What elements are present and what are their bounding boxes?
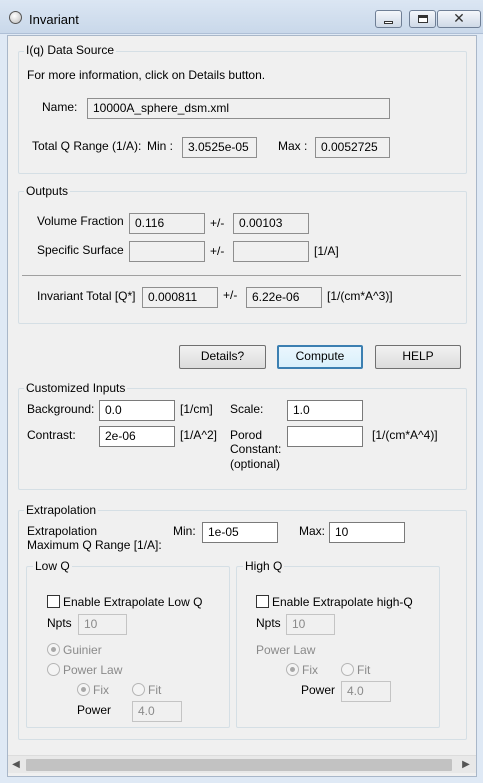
porod-label-line2: Constant:	[230, 442, 282, 456]
help-button[interactable]: HELP	[375, 345, 461, 369]
minimize-button[interactable]	[375, 10, 402, 28]
scroll-right-icon[interactable]: ▶	[460, 759, 472, 771]
high-powerlaw-label: Power Law	[256, 643, 316, 657]
info-text: For more information, click on Details b…	[27, 68, 266, 82]
enable-low-q-label: Enable Extrapolate Low Q	[63, 595, 203, 609]
background-unit: [1/cm]	[180, 402, 213, 416]
minimize-icon	[384, 20, 393, 24]
background-label: Background:	[27, 402, 95, 416]
volume-fraction-pm: +/-	[210, 216, 225, 230]
outputs-divider	[22, 275, 461, 276]
high-fit-label: Fit	[357, 663, 371, 677]
specific-surface-error-field[interactable]	[233, 241, 309, 262]
enable-low-q-checkbox[interactable]	[47, 595, 60, 608]
invariant-total-field[interactable]: 0.000811	[142, 287, 218, 308]
scale-label: Scale:	[230, 402, 264, 416]
extrap-max-input[interactable]: 10	[329, 522, 405, 543]
data-source-title: I(q) Data Source	[24, 43, 117, 57]
qrange-min-field[interactable]: 3.0525e-05	[182, 137, 257, 158]
contrast-input[interactable]: 2e-06	[99, 426, 175, 447]
volume-fraction-field[interactable]: 0.116	[129, 213, 205, 234]
high-fit-radio[interactable]	[341, 663, 354, 676]
maximize-button[interactable]	[409, 10, 436, 28]
invariant-total-unit: [1/(cm*A^3)]	[327, 289, 393, 303]
low-powerlaw-radio[interactable]	[47, 663, 60, 676]
scroll-left-icon[interactable]: ◀	[10, 759, 22, 771]
porod-label-line1: Porod	[230, 428, 263, 442]
volume-fraction-label: Volume Fraction	[37, 214, 124, 228]
low-powerlaw-label: Power Law	[63, 663, 123, 677]
low-fix-label: Fix	[93, 683, 109, 697]
scale-input[interactable]: 1.0	[287, 400, 363, 421]
low-power-label: Power	[77, 703, 112, 717]
contrast-label: Contrast:	[27, 428, 76, 442]
low-fix-radio[interactable]	[77, 683, 90, 696]
qrange-max-label: Max :	[278, 139, 308, 153]
specific-surface-pm: +/-	[210, 244, 225, 258]
low-q-title: Low Q	[33, 559, 72, 573]
low-npts-input[interactable]: 10	[78, 614, 127, 635]
name-field[interactable]: 10000A_sphere_dsm.xml	[87, 98, 390, 119]
porod-constant-input[interactable]	[287, 426, 363, 447]
high-fix-label: Fix	[302, 663, 318, 677]
high-fix-radio[interactable]	[286, 663, 299, 676]
extrapolation-title: Extrapolation	[24, 503, 99, 517]
extrap-min-label: Min:	[173, 524, 196, 538]
invariant-total-error-field[interactable]: 6.22e-06	[246, 287, 322, 308]
name-label: Name:	[42, 100, 78, 114]
window-title: Invariant	[29, 12, 79, 27]
high-npts-input[interactable]: 10	[286, 614, 335, 635]
enable-high-q-label: Enable Extrapolate high-Q	[272, 595, 413, 609]
app-icon	[9, 11, 22, 24]
low-npts-label: Npts	[47, 616, 72, 630]
extrap-range-label-line2: Maximum Q Range [1/A]:	[27, 538, 162, 552]
qrange-min-label: Min :	[147, 139, 174, 153]
extrap-min-input[interactable]: 1e-05	[202, 522, 278, 543]
invariant-total-label: Invariant Total [Q*]	[37, 289, 136, 303]
specific-surface-unit: [1/A]	[314, 244, 339, 258]
extrap-max-label: Max:	[299, 524, 326, 538]
qrange-label: Total Q Range (1/A):	[32, 139, 142, 153]
horizontal-scrollbar[interactable]: ◀ ▶	[8, 755, 476, 773]
qrange-max-field[interactable]: 0.0052725	[315, 137, 390, 158]
scroll-thumb[interactable]	[26, 759, 452, 771]
high-npts-label: Npts	[256, 616, 281, 630]
low-power-input[interactable]: 4.0	[132, 701, 182, 722]
specific-surface-field[interactable]	[129, 241, 205, 262]
high-power-label: Power	[301, 683, 336, 697]
close-button[interactable]: ✕	[437, 10, 481, 28]
client-area: I(q) Data Source For more information, c…	[7, 35, 477, 777]
low-fit-radio[interactable]	[132, 683, 145, 696]
outputs-title: Outputs	[24, 184, 71, 198]
extrap-range-label-line1: Extrapolation	[27, 524, 98, 538]
high-power-input[interactable]: 4.0	[341, 681, 391, 702]
low-fit-label: Fit	[148, 683, 162, 697]
close-icon: ✕	[453, 11, 465, 27]
customized-inputs-title: Customized Inputs	[24, 381, 128, 395]
guinier-radio[interactable]	[47, 643, 60, 656]
high-q-title: High Q	[243, 559, 285, 573]
porod-label-line3: (optional)	[230, 457, 281, 471]
compute-button[interactable]: Compute	[277, 345, 363, 369]
maximize-icon	[417, 15, 428, 23]
specific-surface-label: Specific Surface	[37, 243, 124, 257]
guinier-label: Guinier	[63, 643, 102, 657]
volume-fraction-error-field[interactable]: 0.00103	[233, 213, 309, 234]
contrast-unit: [1/A^2]	[180, 428, 217, 442]
title-bar: Invariant ✕	[0, 0, 483, 34]
details-button[interactable]: Details?	[179, 345, 266, 369]
enable-high-q-checkbox[interactable]	[256, 595, 269, 608]
background-input[interactable]: 0.0	[99, 400, 175, 421]
invariant-total-pm: +/-	[223, 288, 238, 302]
porod-constant-unit: [1/(cm*A^4)]	[372, 428, 438, 442]
